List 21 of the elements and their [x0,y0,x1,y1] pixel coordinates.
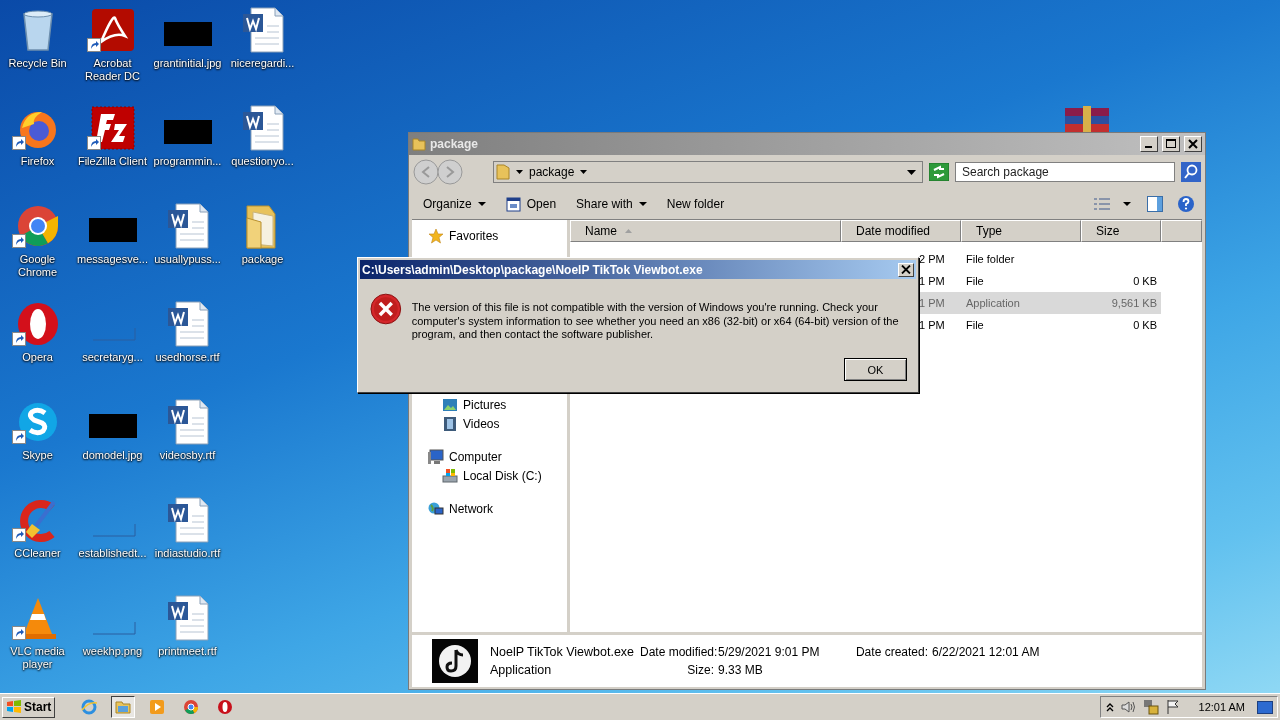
detail-value: 6/22/2021 12:01 AM [932,645,1041,659]
size-cell-text: 9,561 KB [1110,297,1158,309]
date-cell: 1 PM [919,319,945,331]
file-type: Application [490,663,553,677]
dialog-title: C:\Users\admin\Desktop\package\NoelP TikTok Viewbot.exe [362,262,704,277]
type-cell-text: File [965,319,985,331]
size-cell-text: 0 KB [1132,275,1158,287]
detail-value: 5/29/2021 9:01 PM [718,645,821,659]
type-cell-text: Application [965,297,1021,309]
date-cell: 1 PM [919,297,945,309]
detail-label: Size: [686,663,714,677]
error-message: The version of this file is not compatible with the version of Windows you're running. Check your computer's system information to see whether you need an x86 (32-bit) or x64 (64-bit) version of the program, and then contact the software publisher. [411,301,900,342]
size-cell-text: 0 KB [1132,319,1158,331]
type-cell-text: File [965,275,985,287]
date-cell: 2 PM [919,253,945,265]
detail-value: 9.33 MB [718,663,764,677]
detail-label: Date created: [854,645,928,659]
file-name: NoelP TikTok Viewbot.exe [490,645,636,659]
window-title: package [430,137,480,151]
type-cell-text: File folder [965,253,1016,265]
date-cell: 1 PM [919,275,945,287]
